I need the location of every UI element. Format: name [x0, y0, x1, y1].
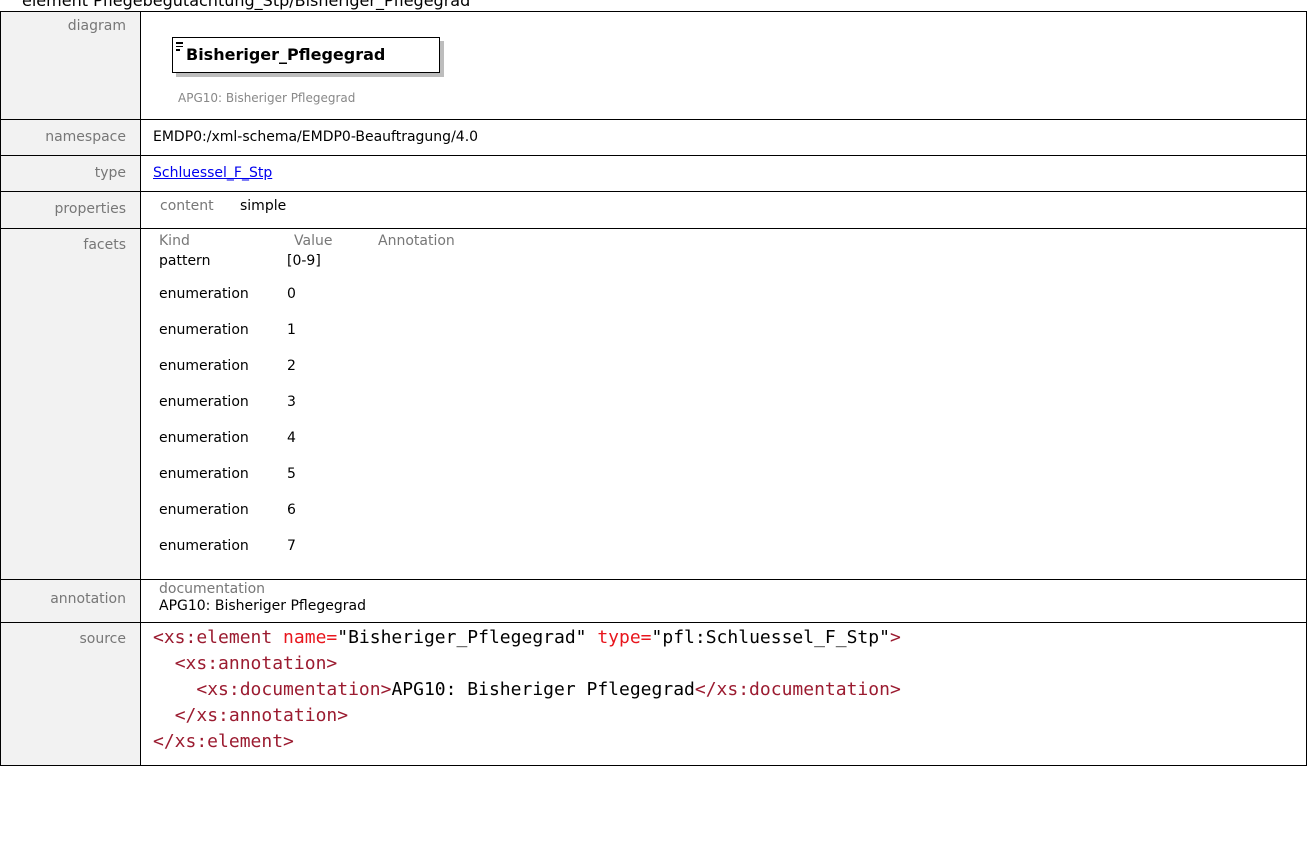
facet-value: [0-9]: [287, 253, 321, 269]
facet-kind: pattern: [159, 253, 211, 269]
properties-list: content simple: [141, 198, 1306, 214]
annotation-header: documentation: [159, 581, 266, 597]
diagram-label: diagram: [0, 11, 141, 120]
namespace-label: namespace: [0, 119, 141, 156]
facet-row: enumeration 6: [159, 492, 1306, 528]
diagram-cell: Bisheriger_Pflegegrad APG10: Bisheriger …: [140, 11, 1307, 120]
diagram-row: diagram Bisheriger_Pflegegrad APG10: Bis…: [0, 11, 1307, 120]
type-label: type: [0, 155, 141, 192]
facet-value: 1: [287, 322, 296, 338]
facet-value: 7: [287, 538, 296, 554]
facet-kind: enumeration: [159, 502, 249, 518]
page-heading: element Pflegebegutachtung_Stp/Bisherige…: [22, 0, 471, 10]
facets-table: Kind Value Annotation pattern [0-9] enum…: [141, 233, 1306, 564]
facet-value: 2: [287, 358, 296, 374]
facets-row: facets Kind Value Annotation pattern [0-…: [0, 228, 1307, 580]
facet-value: 5: [287, 466, 296, 482]
annotation-row: annotation documentation APG10: Bisherig…: [0, 579, 1307, 623]
facet-row: enumeration 7: [159, 528, 1306, 564]
diagram-documentation: APG10: Bisheriger Pflegegrad: [178, 91, 356, 105]
type-link[interactable]: Schluessel_F_Stp: [153, 165, 272, 181]
facet-row: enumeration 5: [159, 456, 1306, 492]
facet-kind: enumeration: [159, 322, 249, 338]
facet-row: enumeration 4: [159, 420, 1306, 456]
facet-row: enumeration 2: [159, 348, 1306, 384]
element-lines-icon: [176, 42, 183, 53]
type-row: type Schluessel_F_Stp: [0, 155, 1307, 192]
namespace-row: namespace EMDP0:/xml-schema/EMDP0-Beauft…: [0, 119, 1307, 156]
element-diagram-box[interactable]: Bisheriger_Pflegegrad: [172, 37, 440, 73]
source-label: source: [0, 622, 141, 766]
properties-row: properties content simple: [0, 191, 1307, 229]
facets-header-annotation: Annotation: [378, 233, 455, 249]
facet-row: enumeration 1: [159, 312, 1306, 348]
facet-kind: enumeration: [159, 466, 249, 482]
facet-kind: enumeration: [159, 358, 249, 374]
facet-value: 3: [287, 394, 296, 410]
facet-row: enumeration 3: [159, 384, 1306, 420]
facet-value: 4: [287, 430, 296, 446]
facet-row: enumeration 0: [159, 276, 1306, 312]
diagram-element-name: Bisheriger_Pflegegrad: [186, 45, 386, 64]
property-key: content: [160, 198, 214, 214]
facet-row: pattern [0-9]: [159, 246, 1306, 276]
facet-kind: enumeration: [159, 430, 249, 446]
facet-kind: enumeration: [159, 538, 249, 554]
facets-label: facets: [0, 228, 141, 580]
annotation-label: annotation: [0, 579, 141, 623]
facet-value: 6: [287, 502, 296, 518]
source-code: <xs:element name="Bisheriger_Pflegegrad"…: [153, 627, 901, 752]
properties-label: properties: [0, 191, 141, 229]
source-row: source <xs:element name="Bisheriger_Pfle…: [0, 622, 1307, 766]
facet-kind: enumeration: [159, 286, 249, 302]
namespace-value: EMDP0:/xml-schema/EMDP0-Beauftragung/4.0: [140, 119, 1307, 156]
annotation-text: APG10: Bisheriger Pflegegrad: [159, 598, 366, 614]
facet-value: 0: [287, 286, 296, 302]
schema-doc-table: diagram Bisheriger_Pflegegrad APG10: Bis…: [0, 11, 1307, 766]
property-value: simple: [240, 198, 287, 214]
facet-kind: enumeration: [159, 394, 249, 410]
